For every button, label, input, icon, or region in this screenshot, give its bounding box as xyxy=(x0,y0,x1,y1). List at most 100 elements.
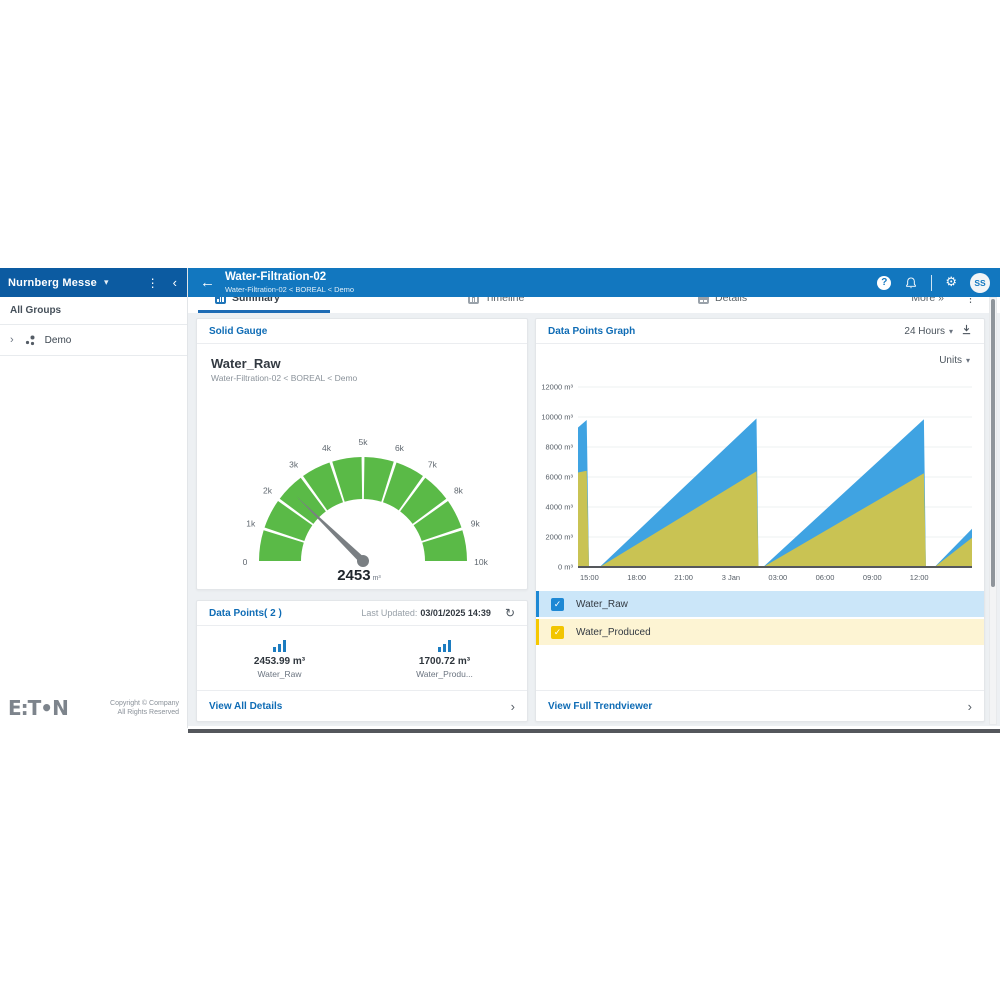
data-point-value: 2453.99 m³ xyxy=(254,656,305,667)
solid-gauge-card-header: Solid Gauge xyxy=(197,319,527,344)
sidebar-header: Nurnberg Messe ▾ ⋮ ‹ xyxy=(0,268,187,297)
expand-chevron-icon[interactable]: › xyxy=(10,334,14,346)
svg-text:0 m³: 0 m³ xyxy=(558,563,574,572)
data-points-card-header: Data Points( 2 ) Last Updated:03/01/2025… xyxy=(197,601,527,626)
sidebar-footer: E:T•N Copyright © Company All Rights Res… xyxy=(0,690,187,726)
svg-text:2453m³: 2453m³ xyxy=(337,567,381,584)
checkbox-checked-icon[interactable]: ✓ xyxy=(551,626,564,639)
svg-text:9k: 9k xyxy=(471,519,481,529)
data-point-value: 1700.72 m³ xyxy=(419,656,470,667)
gauge-title: Water_Raw xyxy=(211,356,281,371)
view-all-details-row[interactable]: View All Details › xyxy=(197,690,527,721)
horizontal-scrollbar[interactable] xyxy=(188,729,1000,733)
top-header-bar: ← Water-Filtration-02 Water-Filtration-0… xyxy=(188,268,1000,297)
svg-text:6000 m³: 6000 m³ xyxy=(545,473,573,482)
user-avatar[interactable]: SS xyxy=(970,273,990,293)
main-area: ← Water-Filtration-02 Water-Filtration-0… xyxy=(188,268,1000,733)
caret-down-icon: ▾ xyxy=(966,356,970,365)
gauge-subtitle: Water-Filtration-02 < BOREAL < Demo xyxy=(211,373,357,383)
graph-card-title: Data Points Graph xyxy=(548,326,635,337)
all-groups-label[interactable]: All Groups xyxy=(0,297,187,325)
data-point-label: Water_Raw xyxy=(257,669,301,679)
download-icon[interactable] xyxy=(961,324,972,338)
page-title: Water-Filtration-02 xyxy=(225,272,354,284)
bar-chart-icon xyxy=(438,639,451,652)
svg-text:7k: 7k xyxy=(428,460,438,470)
svg-text:8000 m³: 8000 m³ xyxy=(545,443,573,452)
sidebar: Nurnberg Messe ▾ ⋮ ‹ All Groups › Demo E… xyxy=(0,268,188,728)
sidebar-item-label: Demo xyxy=(45,335,72,346)
help-icon[interactable]: ? xyxy=(877,276,891,290)
solid-gauge: 0 1k 2k 3k 4k 5k 6k 7k 8k 9k 10k 2453m³ xyxy=(213,414,513,586)
svg-text:1k: 1k xyxy=(246,519,256,529)
solid-gauge-card-title: Solid Gauge xyxy=(209,326,267,337)
view-full-trendviewer-link[interactable]: View Full Trendviewer xyxy=(548,701,652,712)
breadcrumb: Water-Filtration-02 < BOREAL < Demo xyxy=(225,286,354,294)
org-caret-down-icon[interactable]: ▾ xyxy=(104,277,109,288)
svg-text:12:00: 12:00 xyxy=(910,573,929,582)
legend-row-water-produced[interactable]: ✓ Water_Produced xyxy=(536,619,984,645)
svg-text:12000 m³: 12000 m³ xyxy=(541,383,573,392)
svg-text:5k: 5k xyxy=(359,437,369,447)
svg-text:09:00: 09:00 xyxy=(863,573,882,582)
data-point-item[interactable]: 1700.72 m³ Water_Produ... xyxy=(362,627,527,691)
chevron-right-icon: › xyxy=(968,699,972,714)
sidebar-item-demo[interactable]: › Demo xyxy=(0,325,187,356)
chart-legend: ✓ Water_Raw ✓ Water_Produced xyxy=(536,591,984,647)
data-points-items: 2453.99 m³ Water_Raw 1700.72 m³ Water_Pr… xyxy=(197,627,527,691)
legend-label: Water_Produced xyxy=(576,627,651,638)
graph-card-header: Data Points Graph 24 Hours▾ xyxy=(536,319,984,344)
svg-text:3k: 3k xyxy=(289,460,299,470)
data-points-card-title: Data Points( 2 ) xyxy=(209,608,282,619)
data-points-card: Data Points( 2 ) Last Updated:03/01/2025… xyxy=(196,600,528,722)
svg-text:10000 m³: 10000 m³ xyxy=(541,413,573,422)
svg-text:2k: 2k xyxy=(263,486,273,496)
range-dropdown[interactable]: 24 Hours▾ xyxy=(904,326,953,337)
legend-row-water-raw[interactable]: ✓ Water_Raw xyxy=(536,591,984,617)
svg-text:10k: 10k xyxy=(474,557,488,567)
svg-text:0: 0 xyxy=(243,557,248,567)
content-area: Solid Gauge Water_Raw Water-Filtration-0… xyxy=(188,313,1000,726)
group-dots-icon xyxy=(24,334,37,347)
svg-text:4k: 4k xyxy=(322,443,332,453)
last-updated-label: Last Updated: xyxy=(361,608,417,618)
sidebar-kebab-menu-icon[interactable]: ⋮ xyxy=(139,276,167,290)
notifications-bell-icon[interactable] xyxy=(904,276,918,290)
data-point-item[interactable]: 2453.99 m³ Water_Raw xyxy=(197,627,362,691)
svg-text:3 Jan: 3 Jan xyxy=(722,573,740,582)
data-point-label: Water_Produ... xyxy=(416,669,473,679)
active-tab-underline xyxy=(198,310,330,313)
refresh-icon[interactable]: ↻ xyxy=(505,606,515,620)
svg-text:8k: 8k xyxy=(454,486,464,496)
copyright-text: Copyright © Company All Rights Reserved xyxy=(110,699,179,717)
app-window: Nurnberg Messe ▾ ⋮ ‹ All Groups › Demo E… xyxy=(0,268,1000,733)
solid-gauge-card: Solid Gauge Water_Raw Water-Filtration-0… xyxy=(196,318,528,590)
header-divider xyxy=(931,275,932,291)
svg-text:21:00: 21:00 xyxy=(674,573,693,582)
svg-text:18:00: 18:00 xyxy=(627,573,646,582)
legend-label: Water_Raw xyxy=(576,599,628,610)
title-block: Water-Filtration-02 Water-Filtration-02 … xyxy=(225,272,354,293)
view-all-details-link[interactable]: View All Details xyxy=(209,701,282,712)
data-points-graph-card: Data Points Graph 24 Hours▾ Units▾ 0 m³ 2… xyxy=(535,318,985,722)
svg-text:2000 m³: 2000 m³ xyxy=(545,533,573,542)
header-actions: ? ⚙ SS xyxy=(877,273,990,293)
bar-chart-icon xyxy=(273,639,286,652)
org-name[interactable]: Nurnberg Messe xyxy=(8,277,97,289)
vertical-scrollbar[interactable] xyxy=(989,297,997,725)
last-updated-value: 03/01/2025 14:39 xyxy=(420,608,491,618)
svg-text:06:00: 06:00 xyxy=(816,573,835,582)
svg-text:6k: 6k xyxy=(395,443,405,453)
caret-down-icon: ▾ xyxy=(949,327,953,336)
svg-text:03:00: 03:00 xyxy=(768,573,787,582)
eaton-logo: E:T•N xyxy=(8,696,68,720)
view-full-trendviewer-row[interactable]: View Full Trendviewer › xyxy=(536,690,984,721)
back-arrow-icon[interactable]: ← xyxy=(196,268,225,297)
units-dropdown[interactable]: Units▾ xyxy=(939,355,970,366)
checkbox-checked-icon[interactable]: ✓ xyxy=(551,598,564,611)
settings-gear-icon[interactable]: ⚙ xyxy=(945,276,957,289)
sidebar-collapse-icon[interactable]: ‹ xyxy=(167,275,179,290)
chevron-right-icon: › xyxy=(511,699,515,714)
area-chart[interactable]: 0 m³2000 m³4000 m³6000 m³8000 m³10000 m³… xyxy=(540,377,978,589)
vertical-scrollbar-thumb[interactable] xyxy=(991,299,995,587)
